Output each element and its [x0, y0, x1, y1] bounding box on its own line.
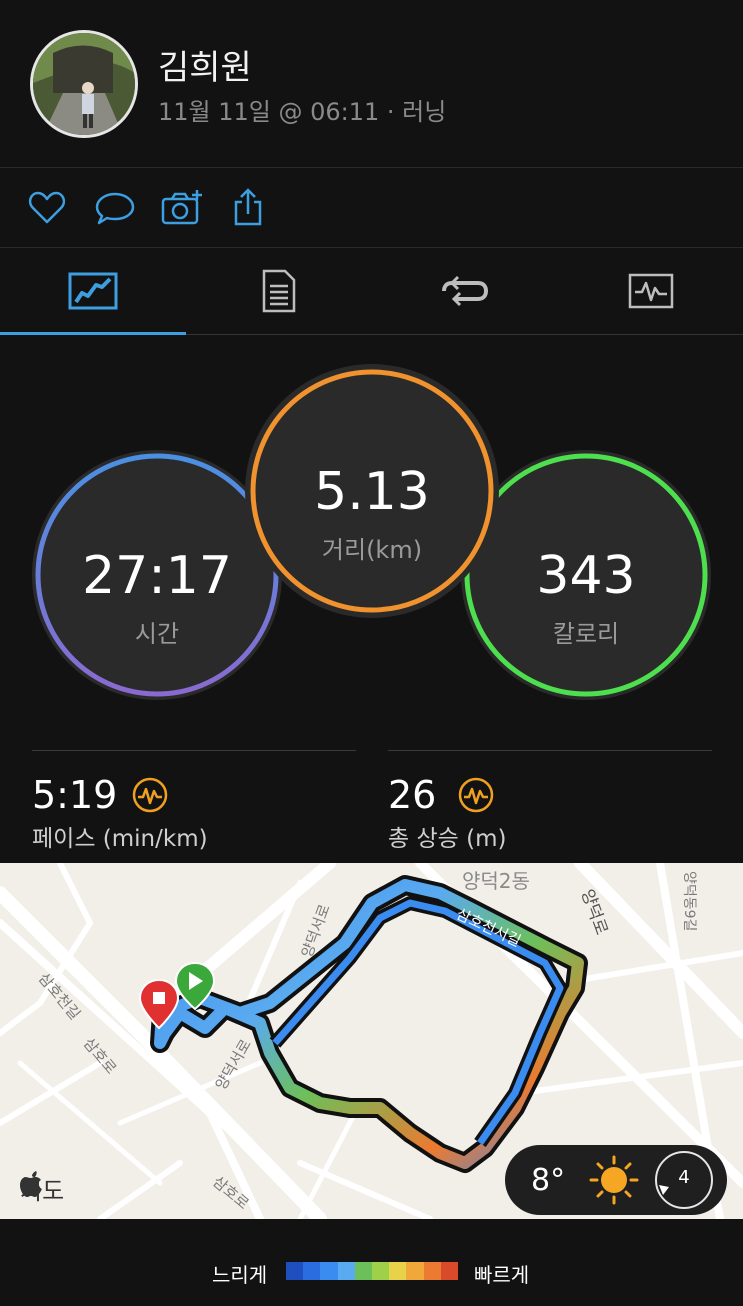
elevation-chart-icon[interactable]	[458, 777, 494, 813]
elevation-value: 26	[388, 773, 437, 817]
weather-widget[interactable]: 8° 4	[505, 1145, 727, 1215]
legend-fast-label: 빠르게	[474, 1263, 530, 1287]
map-label-yangdeok9gil: 양덕동9길	[681, 871, 697, 932]
pace-stat[interactable]: 5:19 페이스 (min/km)	[32, 750, 356, 852]
pace-legend: 느리게 빠르게	[0, 1219, 743, 1306]
pace-label: 페이스 (min/km)	[32, 826, 208, 852]
legend-swatch	[286, 1262, 304, 1280]
legend-swatch	[423, 1262, 441, 1280]
elevation-label: 총 상승 (m)	[388, 826, 507, 852]
legend-swatch	[303, 1262, 321, 1280]
distance-circle[interactable]: 5.13 거리(km)	[245, 364, 499, 618]
legend-color-bar	[286, 1262, 458, 1280]
apple-maps-attribution[interactable]: 지도	[20, 1171, 64, 1206]
legend-swatch	[406, 1262, 424, 1280]
legend-swatch	[371, 1262, 390, 1280]
apple-logo-icon	[20, 1171, 42, 1197]
sun-icon	[589, 1155, 639, 1205]
legend-swatch	[320, 1262, 338, 1280]
elevation-stat[interactable]: 26 총 상승 (m)	[388, 750, 712, 852]
distance-value: 5.13	[314, 462, 430, 522]
map-label-yangdeok2dong: 양덕2동	[462, 869, 530, 893]
wind-speed: 4	[678, 1167, 690, 1188]
legend-swatch	[440, 1262, 458, 1280]
time-label: 시간	[134, 620, 180, 648]
temperature: 8°	[531, 1163, 566, 1198]
legend-slow-label: 느리게	[212, 1263, 268, 1287]
route-map[interactable]: 양덕2동 양덕로 양덕동9길 양덕서로 삼호천서길 삼호천길 양덕서로 삼호로 …	[0, 863, 743, 1219]
legend-swatch	[389, 1262, 407, 1280]
pace-chart-icon[interactable]	[132, 777, 168, 813]
calories-label: 칼로리	[552, 620, 620, 648]
pace-value: 5:19	[32, 773, 118, 817]
legend-swatch	[354, 1262, 372, 1280]
legend-swatch	[337, 1262, 355, 1280]
finish-marker[interactable]	[135, 978, 195, 1038]
distance-label: 거리(km)	[321, 536, 423, 564]
wind-indicator: 4	[655, 1151, 713, 1209]
